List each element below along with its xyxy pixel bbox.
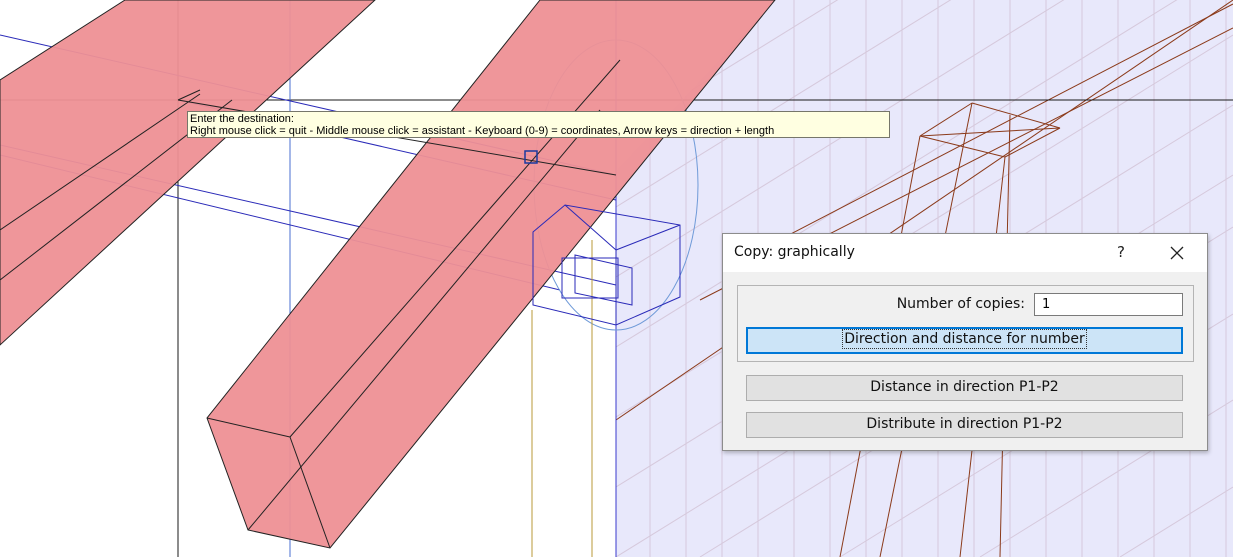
help-button[interactable]: ?: [1109, 240, 1133, 264]
copies-label: Number of copies:: [896, 296, 1025, 312]
copy-graphically-dialog: Copy: graphically ? Number of copies: Di…: [722, 233, 1208, 451]
distance-in-direction-label: Distance in direction P1-P2: [870, 379, 1059, 395]
direction-and-distance-button[interactable]: Direction and distance for number: [746, 327, 1183, 354]
command-tooltip: Enter the destination: Right mouse click…: [187, 111, 890, 138]
distribute-in-direction-button[interactable]: Distribute in direction P1-P2: [746, 412, 1183, 438]
tooltip-line-2: Right mouse click = quit - Middle mouse …: [190, 125, 775, 137]
tooltip-line-1: Enter the destination:: [190, 113, 294, 125]
close-button[interactable]: [1165, 240, 1189, 264]
distance-in-direction-button[interactable]: Distance in direction P1-P2: [746, 375, 1183, 401]
close-icon: [1170, 246, 1184, 259]
distribute-in-direction-label: Distribute in direction P1-P2: [866, 416, 1063, 432]
direction-and-distance-label: Direction and distance for number: [842, 329, 1087, 349]
number-of-copies-input[interactable]: [1034, 293, 1183, 316]
dialog-titlebar[interactable]: Copy: graphically ?: [723, 234, 1207, 272]
dialog-title: Copy: graphically: [734, 244, 855, 260]
